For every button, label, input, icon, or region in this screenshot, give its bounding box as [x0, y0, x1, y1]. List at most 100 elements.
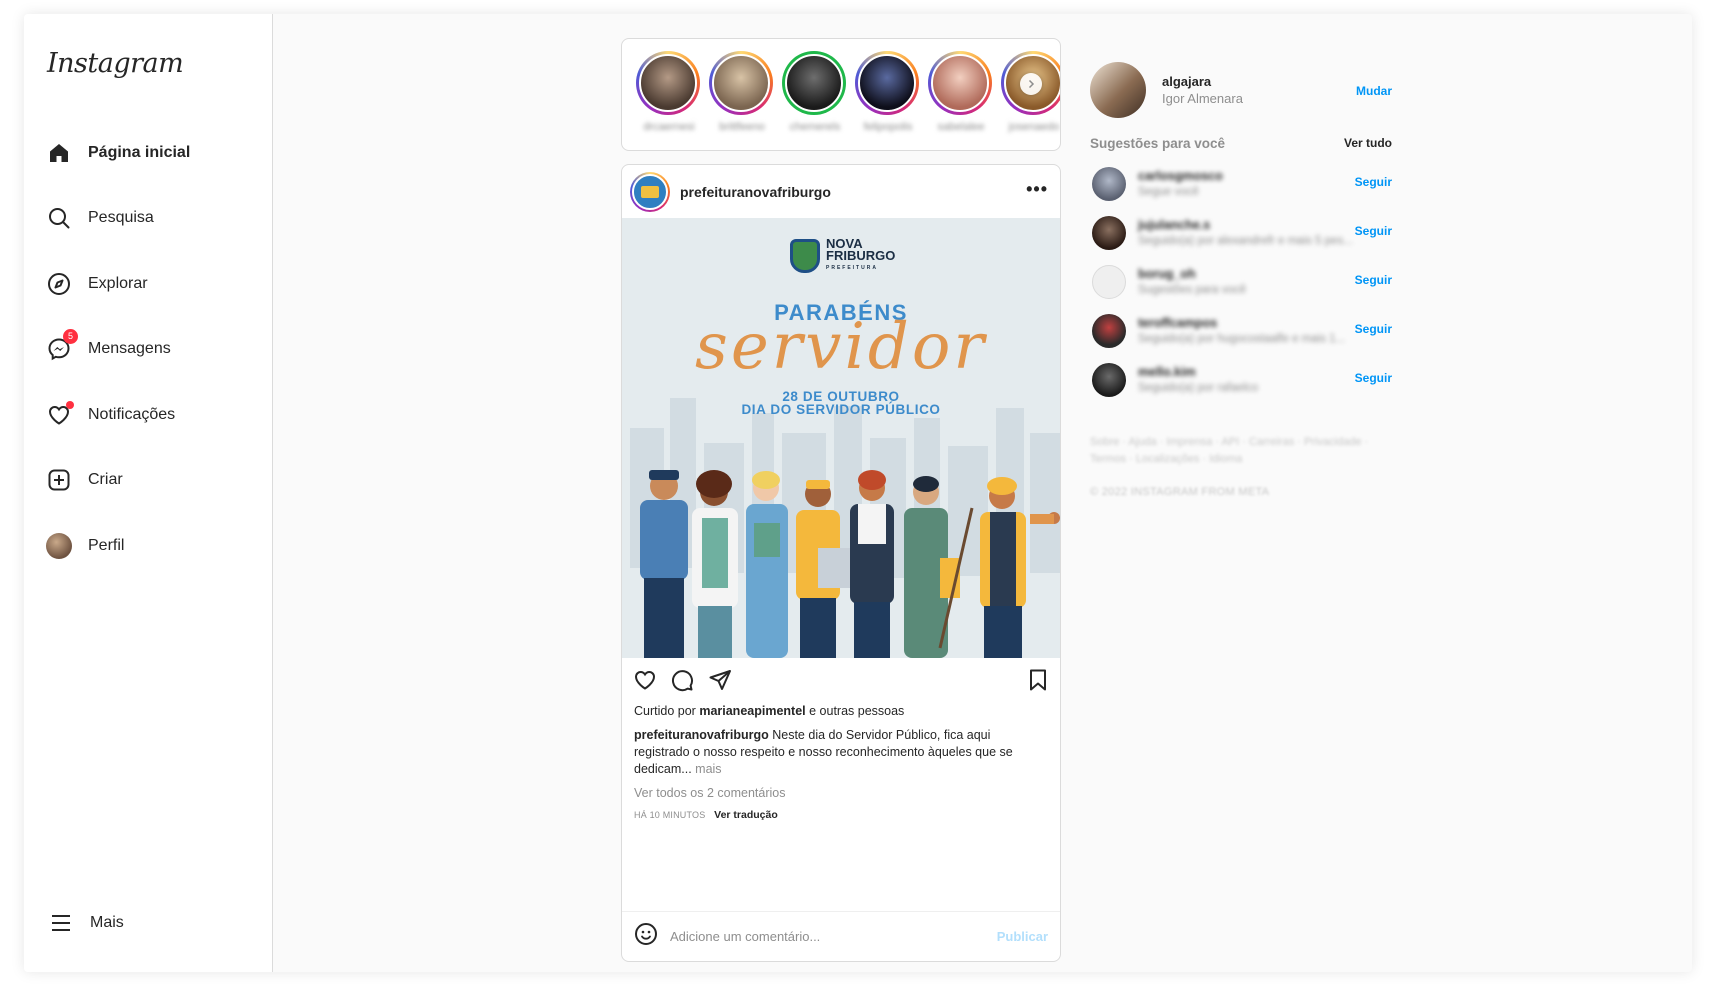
- likes-line: Curtido por marianeapimentel e outras pe…: [622, 704, 1060, 718]
- share-icon[interactable]: [708, 668, 732, 697]
- follow-button[interactable]: Seguir: [1355, 371, 1392, 385]
- sidebar-item-label: Criar: [88, 471, 123, 489]
- post-caption: prefeituranovafriburgo Neste dia do Serv…: [622, 727, 1060, 778]
- suggestion-username[interactable]: mello.kim: [1138, 365, 1258, 379]
- suggestion-username[interactable]: carlosgmosco: [1138, 169, 1223, 183]
- compass-icon: [46, 271, 72, 297]
- comment-icon[interactable]: [670, 668, 694, 697]
- image-date-line-2: DIA DO SERVIDOR PÚBLICO: [741, 402, 941, 417]
- liked-suffix[interactable]: e outras pessoas: [809, 704, 904, 718]
- suggestion-detail: Seguido(a) por alexandrefr e mais 5 pes.…: [1138, 235, 1353, 247]
- caption-more-link[interactable]: mais: [695, 762, 721, 776]
- suggestion-username[interactable]: borug_oh: [1138, 267, 1246, 281]
- view-all-comments-link[interactable]: Ver todos os 2 comentários: [622, 786, 1060, 800]
- hamburger-menu-icon: [48, 910, 74, 936]
- avatar[interactable]: [1090, 62, 1146, 118]
- sidebar-item-label: Mensagens: [88, 340, 171, 358]
- story-item[interactable]: drcaernesi: [636, 51, 702, 133]
- story-item[interactable]: chemerels: [782, 51, 848, 133]
- story-username: felipopolis: [863, 121, 913, 133]
- switch-account-button[interactable]: Mudar: [1356, 84, 1392, 98]
- follow-button[interactable]: Seguir: [1355, 224, 1392, 238]
- sidebar-item-messages[interactable]: 5 Mensagens: [44, 317, 254, 383]
- skyline-illustration: [622, 218, 1060, 658]
- sidebar-item-label: Notificações: [88, 405, 176, 423]
- avatar[interactable]: [1092, 362, 1126, 397]
- footer-copyright: © 2022 INSTAGRAM FROM META: [1090, 486, 1270, 498]
- sidebar-item-label: Página inicial: [88, 143, 191, 161]
- sidebar-item-more[interactable]: Mais: [46, 891, 246, 957]
- more-options-icon[interactable]: •••: [1026, 179, 1048, 200]
- avatar[interactable]: [1092, 166, 1126, 201]
- suggestion-detail: Sugestões para você: [1138, 284, 1247, 296]
- right-column: algajara Igor Almenara Mudar Sugestões p…: [1090, 62, 1392, 498]
- story-item[interactable]: felipopolis: [855, 51, 921, 133]
- avatar[interactable]: [1092, 264, 1126, 299]
- story-ring: [928, 51, 992, 115]
- emoji-icon[interactable]: [634, 922, 658, 951]
- story-item[interactable]: sabelalee: [928, 51, 994, 133]
- logo-subtitle: PREFEITURA: [826, 265, 878, 271]
- story-ring: [855, 51, 919, 115]
- avatar[interactable]: [1092, 215, 1126, 250]
- current-username[interactable]: algajara: [1162, 74, 1243, 89]
- sidebar-item-profile[interactable]: Perfil: [44, 513, 254, 579]
- like-heart-icon[interactable]: [633, 668, 657, 697]
- suggestion-detail: Segue você: [1138, 186, 1199, 198]
- follow-button[interactable]: Seguir: [1355, 175, 1392, 189]
- suggestion-detail: Seguido(a) por rafaelco: [1138, 382, 1259, 394]
- follow-button[interactable]: Seguir: [1355, 322, 1392, 336]
- story-ring: [782, 51, 846, 115]
- sidebar-item-label: Pesquisa: [88, 209, 154, 227]
- see-all-button[interactable]: Ver tudo: [1344, 136, 1392, 151]
- story-username: chemerels: [789, 121, 841, 133]
- post-image[interactable]: NOVA FRIBURGO PREFEITURA PARABÉNS servid…: [622, 218, 1060, 658]
- suggestion-item: teroffcampos Seguido(a) por hugocostaalfe…: [1090, 306, 1392, 355]
- suggestion-username[interactable]: teroffcampos: [1138, 316, 1345, 330]
- story-username: sabelalee: [937, 121, 985, 133]
- story-item[interactable]: brittfeeno: [709, 51, 775, 133]
- sidebar-item-label: Perfil: [88, 536, 125, 554]
- bookmark-icon[interactable]: [1027, 668, 1049, 697]
- sidebar-item-create[interactable]: Criar: [44, 448, 254, 514]
- suggestion-username[interactable]: jujulanche.s: [1138, 218, 1353, 232]
- stories-next-button[interactable]: [1020, 73, 1042, 95]
- comment-input[interactable]: [670, 929, 997, 944]
- search-icon: [46, 205, 72, 231]
- sidebar-item-explore[interactable]: Explorar: [44, 251, 254, 317]
- story-ring: [709, 51, 773, 115]
- post-header: prefeituranovafriburgo •••: [622, 165, 1060, 218]
- post-author-username[interactable]: prefeituranovafriburgo: [680, 184, 831, 200]
- follow-button[interactable]: Seguir: [1355, 273, 1392, 287]
- sidebar-item-label: Mais: [90, 914, 124, 932]
- footer-links[interactable]: Sobre · Ajuda · Imprensa · API · Carreir…: [1090, 434, 1392, 468]
- sidebar-nav: Página inicial Pesquisa Explorar 5 Mensa…: [44, 120, 254, 579]
- story-username: josenaedo: [1008, 121, 1060, 133]
- feed-post: prefeituranovafriburgo ••• NOVA FRIBURGO…: [621, 164, 1061, 962]
- story-username: drcaernesi: [643, 121, 695, 133]
- plus-square-icon: [46, 467, 72, 493]
- suggestion-item: mello.kim Seguido(a) por rafaelco Seguir: [1090, 355, 1392, 404]
- caption-username[interactable]: prefeituranovafriburgo: [634, 728, 769, 742]
- avatar: [46, 532, 72, 559]
- city-seal-icon: [790, 239, 820, 273]
- prefeitura-logo: NOVA FRIBURGO PREFEITURA: [790, 237, 896, 274]
- publish-button[interactable]: Publicar: [997, 929, 1048, 944]
- instagram-logo[interactable]: Instagram: [47, 48, 184, 79]
- message-count-badge: 5: [63, 329, 78, 345]
- story-ring: [636, 51, 700, 115]
- sidebar-item-home[interactable]: Página inicial: [44, 120, 254, 186]
- sidebar-item-notifications[interactable]: Notificações: [44, 382, 254, 448]
- logo-line-2: FRIBURGO: [826, 248, 896, 263]
- current-user: algajara Igor Almenara Mudar: [1090, 62, 1392, 118]
- liked-user-link[interactable]: marianeapimentel: [699, 704, 805, 718]
- stories-tray: drcaernesi brittfeeno chemerels felipopo…: [621, 38, 1061, 151]
- home-icon: [46, 140, 72, 166]
- avatar[interactable]: [1092, 313, 1126, 348]
- suggestions-header: Sugestões para você Ver tudo: [1090, 136, 1392, 151]
- post-author-avatar[interactable]: [630, 171, 670, 212]
- sidebar-item-search[interactable]: Pesquisa: [44, 186, 254, 252]
- see-translation-link[interactable]: Ver tradução: [714, 809, 778, 821]
- suggestion-item: jujulanche.s Seguido(a) por alexandrefr e…: [1090, 208, 1392, 257]
- suggestion-item: borug_oh Sugestões para você Seguir: [1090, 257, 1392, 306]
